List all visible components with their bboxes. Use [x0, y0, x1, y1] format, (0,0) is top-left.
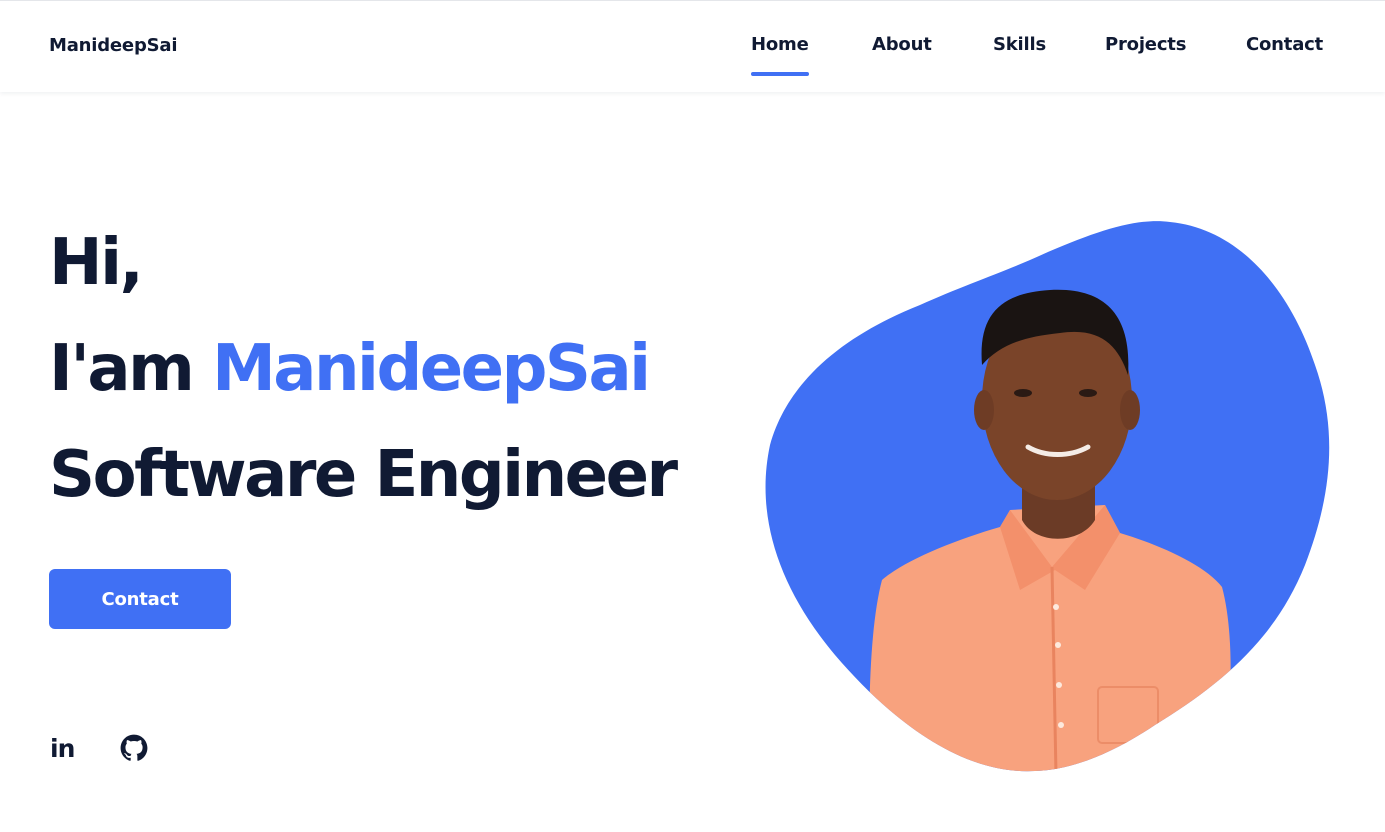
nav-skills[interactable]: Skills [993, 34, 1046, 55]
hero-intro: I'am ManideepSai [49, 316, 676, 422]
hero-photo [760, 215, 1335, 775]
nav-projects[interactable]: Projects [1105, 34, 1186, 55]
github-icon [120, 734, 148, 761]
site-header: ManideepSai Home About Skills Projects C… [0, 0, 1385, 92]
shirt-button [1055, 642, 1061, 648]
hero-name: ManideepSai [212, 332, 651, 406]
linkedin-icon: in [50, 734, 75, 763]
contact-button[interactable]: Contact [49, 569, 231, 629]
nav-about[interactable]: About [872, 34, 932, 55]
linkedin-glyph: in [50, 734, 74, 760]
hero-text: Hi, I'am ManideepSai Software Engineer [49, 210, 678, 528]
linkedin-link[interactable]: in [50, 734, 76, 764]
github-link[interactable] [120, 734, 148, 766]
shirt-button [1058, 722, 1064, 728]
ear-left [974, 390, 994, 430]
linkedin-link-wrap: in [50, 734, 76, 764]
eye-right [1079, 389, 1097, 397]
github-link-wrap [120, 734, 148, 766]
main-nav: Home About Skills Projects Contact [0, 34, 1385, 84]
ear-right [1120, 390, 1140, 430]
profile-photo [765, 221, 1330, 772]
eye-left [1014, 389, 1032, 397]
shirt-button [1056, 682, 1062, 688]
hero-greeting: Hi, [49, 226, 144, 300]
hero-intro-prefix: I'am [49, 332, 213, 406]
shirt-button [1053, 604, 1059, 610]
nav-contact[interactable]: Contact [1246, 34, 1323, 55]
nav-home[interactable]: Home [751, 34, 809, 76]
hero-role: Software Engineer [49, 438, 678, 512]
